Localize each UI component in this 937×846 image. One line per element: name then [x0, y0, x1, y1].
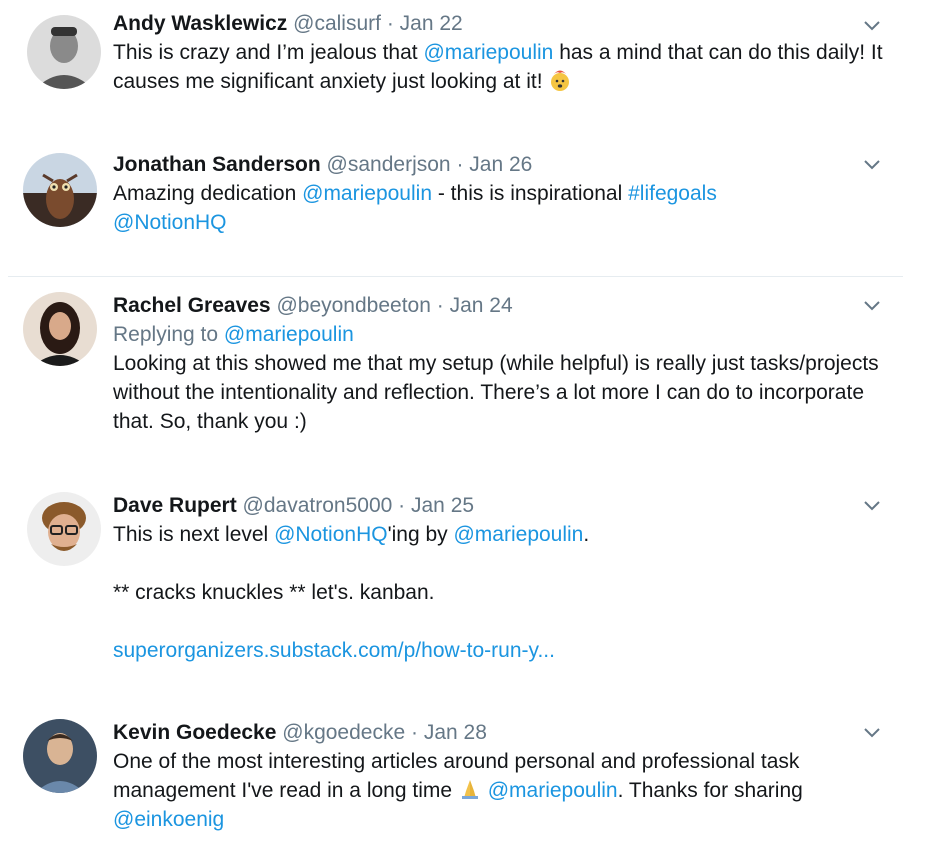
avatar[interactable] — [27, 492, 101, 566]
tweet-text-line2: ** cracks knuckles ** let's. kanban. — [113, 581, 435, 604]
text-part: - this is inspirational — [432, 182, 629, 205]
tweet-date[interactable]: Jan 24 — [450, 294, 513, 317]
text-part: . Thanks for sharing — [617, 779, 803, 802]
author-name[interactable]: Rachel Greaves — [113, 294, 271, 317]
text-part: 'ing by — [387, 523, 454, 546]
avatar[interactable] — [23, 719, 97, 793]
author-handle[interactable]: @kgoedecke — [282, 721, 405, 744]
avatar[interactable] — [27, 15, 101, 89]
author-name[interactable]: Andy Wasklewicz — [113, 12, 287, 35]
url-link[interactable]: superorganizers.substack.com/p/how-to-ru… — [113, 639, 555, 662]
mention-link[interactable]: @mariepoulin — [453, 523, 583, 546]
tweet-text: This is next level @NotionHQ'ing by @mar… — [113, 520, 887, 549]
folded-hands-emoji-icon — [458, 777, 482, 801]
reply-prefix: Replying to — [113, 323, 224, 346]
avatar-kevin-icon — [23, 719, 97, 793]
tweet-date[interactable]: Jan 22 — [400, 12, 463, 35]
tweet-text: One of the most interesting articles aro… — [113, 747, 887, 834]
mention-link[interactable]: @mariepoulin — [224, 323, 354, 346]
mention-link[interactable]: @NotionHQ — [274, 523, 388, 546]
author-handle[interactable]: @sanderjson — [327, 153, 451, 176]
author-name[interactable]: Jonathan Sanderson — [113, 153, 321, 176]
chevron-down-icon[interactable] — [861, 294, 883, 316]
text-part: This is crazy and I’m jealous that — [113, 41, 424, 64]
replying-to: Replying to @mariepoulin — [113, 320, 887, 349]
chevron-down-icon[interactable] — [861, 14, 883, 36]
chevron-down-icon[interactable] — [861, 494, 883, 516]
tweet-date[interactable]: Jan 25 — [411, 494, 474, 517]
avatar-dave-icon — [27, 492, 101, 566]
separator: · — [398, 494, 406, 517]
mention-link[interactable]: @NotionHQ — [113, 211, 227, 234]
separator: · — [456, 153, 464, 176]
tweet-text: This is crazy and I’m jealous that @mari… — [113, 38, 887, 96]
hashtag-link[interactable]: #lifegoals — [628, 182, 717, 205]
avatar[interactable] — [23, 153, 97, 227]
exploding-head-emoji-icon — [548, 68, 572, 92]
avatar-andy-icon — [27, 15, 101, 89]
author-name[interactable]: Dave Rupert — [113, 494, 237, 517]
author-handle[interactable]: @davatron5000 — [243, 494, 393, 517]
mention-link[interactable]: @mariepoulin — [302, 182, 432, 205]
author-handle[interactable]: @beyondbeeton — [276, 294, 430, 317]
chevron-down-icon[interactable] — [861, 721, 883, 743]
separator: · — [411, 721, 418, 744]
text-part: Amazing dedication — [113, 182, 303, 205]
mention-link[interactable]: @mariepoulin — [423, 41, 553, 64]
text-part: This is next level — [113, 523, 275, 546]
author-name[interactable]: Kevin Goedecke — [113, 721, 276, 744]
author-handle[interactable]: @calisurf — [293, 12, 381, 35]
tweet-text: Amazing dedication @mariepoulin - this i… — [113, 179, 887, 237]
mention-link[interactable]: @mariepoulin — [488, 779, 618, 802]
separator: · — [386, 12, 394, 35]
tweet-text: Looking at this showed me that my setup … — [113, 352, 879, 433]
divider — [8, 276, 903, 277]
avatar-owl-icon — [23, 153, 97, 227]
tweet-date[interactable]: Jan 28 — [424, 721, 487, 744]
tweet-date[interactable]: Jan 26 — [469, 153, 532, 176]
chevron-down-icon[interactable] — [861, 153, 883, 175]
avatar[interactable] — [23, 292, 97, 366]
mention-link[interactable]: @einkoenig — [113, 808, 224, 831]
text-part: . — [583, 523, 590, 546]
separator: · — [436, 294, 444, 317]
avatar-rachel-icon — [23, 292, 97, 366]
